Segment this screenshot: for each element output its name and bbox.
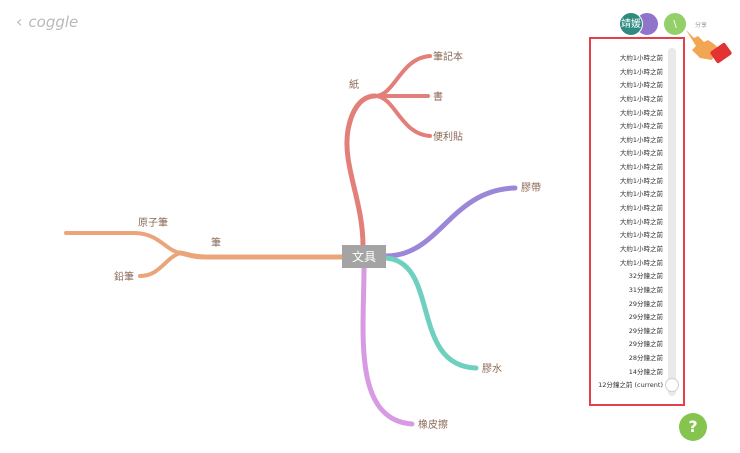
- avatar[interactable]: 靖媛: [619, 12, 643, 36]
- node-tape[interactable]: 膠帶: [521, 182, 541, 194]
- node-pencil[interactable]: 鉛筆: [114, 270, 134, 283]
- history-item[interactable]: 大約1小時之前: [595, 161, 663, 175]
- node-book[interactable]: 書: [433, 90, 443, 103]
- branch-pen-child-1: [64, 231, 182, 255]
- branch-paper-child-3: [373, 94, 432, 138]
- branch-eraser: [360, 265, 415, 427]
- history-item[interactable]: 29分鐘之前: [595, 325, 663, 339]
- history-item[interactable]: 大約1小時之前: [595, 229, 663, 243]
- branch-pen-stem: [177, 250, 345, 260]
- version-history-panel: 大約1小時之前 大約1小時之前 大約1小時之前 大約1小時之前 大約1小時之前 …: [589, 37, 685, 406]
- branch-tape: [383, 185, 518, 259]
- history-item[interactable]: 大約1小時之前: [595, 107, 663, 121]
- node-pen[interactable]: 筆: [211, 236, 221, 249]
- history-item[interactable]: 大約1小時之前: [595, 120, 663, 134]
- history-item[interactable]: 大約1小時之前: [595, 79, 663, 93]
- node-paper[interactable]: 紙: [349, 78, 359, 91]
- history-item[interactable]: 大約1小時之前: [595, 257, 663, 271]
- help-button[interactable]: ?: [679, 413, 707, 441]
- history-item[interactable]: 大約1小時之前: [595, 188, 663, 202]
- history-item[interactable]: 29分鐘之前: [595, 311, 663, 325]
- node-notebook[interactable]: 筆記本: [433, 50, 463, 63]
- history-slider-track[interactable]: [668, 48, 676, 396]
- branch-paper-stem: [344, 93, 378, 249]
- version-history-list: 大約1小時之前 大約1小時之前 大約1小時之前 大約1小時之前 大約1小時之前 …: [595, 52, 663, 393]
- history-item[interactable]: 大約1小時之前: [595, 243, 663, 257]
- history-item[interactable]: 14分鐘之前: [595, 366, 663, 380]
- history-item-current[interactable]: 12分鐘之前 (current): [595, 379, 663, 393]
- history-item[interactable]: 28分鐘之前: [595, 352, 663, 366]
- history-item[interactable]: 大約1小時之前: [595, 93, 663, 107]
- history-item[interactable]: 大約1小時之前: [595, 134, 663, 148]
- node-glue[interactable]: 膠水: [482, 363, 502, 375]
- history-item[interactable]: 29分鐘之前: [595, 298, 663, 312]
- history-item[interactable]: 大約1小時之前: [595, 52, 663, 66]
- center-node-label: 文具: [352, 249, 376, 264]
- node-eraser[interactable]: 橡皮擦: [418, 418, 448, 431]
- pointing-hand-icon: [686, 30, 732, 64]
- node-ballpoint-pen[interactable]: 原子筆: [138, 216, 168, 229]
- history-item[interactable]: 大約1小時之前: [595, 202, 663, 216]
- history-item[interactable]: 大約1小時之前: [595, 216, 663, 230]
- history-item[interactable]: 大約1小時之前: [595, 147, 663, 161]
- history-item[interactable]: 29分鐘之前: [595, 338, 663, 352]
- branch-glue: [383, 255, 479, 371]
- branch-paper-child-1: [373, 54, 432, 98]
- history-item[interactable]: 大約1小時之前: [595, 175, 663, 189]
- node-sticky-note[interactable]: 便利貼: [433, 130, 463, 143]
- history-item[interactable]: 31分鐘之前: [595, 284, 663, 298]
- history-item[interactable]: 32分鐘之前: [595, 270, 663, 284]
- avatar[interactable]: \: [663, 12, 687, 36]
- branch-pen-child-2: [138, 251, 182, 278]
- history-item[interactable]: 大約1小時之前: [595, 66, 663, 80]
- history-slider-handle[interactable]: [665, 378, 679, 392]
